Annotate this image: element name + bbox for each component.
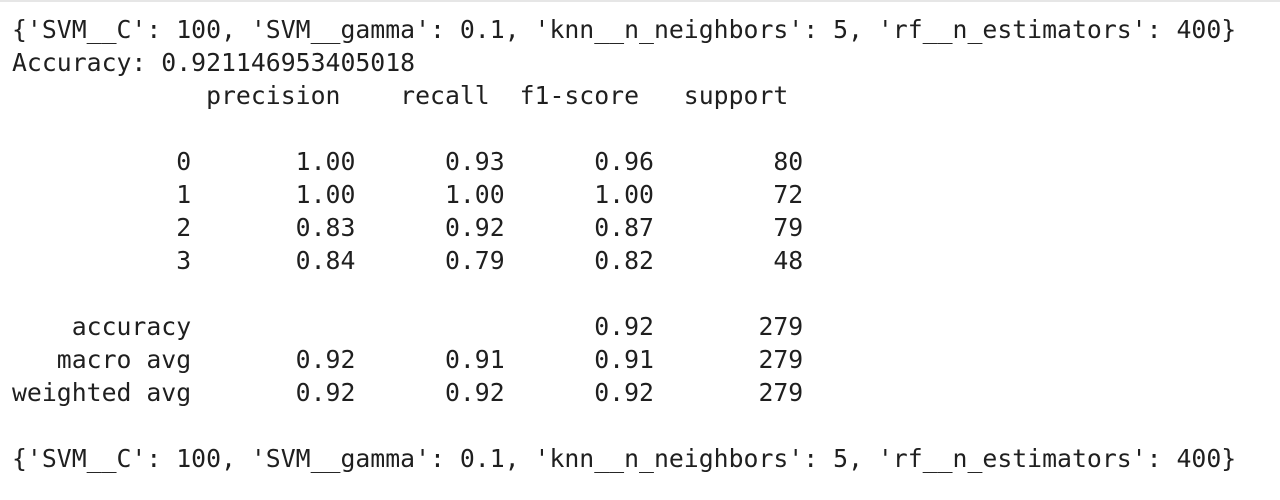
report-row-macro-avg: macro avg 0.92 0.91 0.91 279 xyxy=(12,345,804,374)
best-params-line: {'SVM__C': 100, 'SVM__gamma': 0.1, 'knn_… xyxy=(12,15,1237,44)
report-header: precision recall f1-score support xyxy=(12,81,789,110)
report-blank-line xyxy=(12,409,1280,442)
report-row-class-3: 3 0.84 0.79 0.82 48 xyxy=(12,246,804,275)
report-row-class-1: 1 1.00 1.00 1.00 72 xyxy=(12,180,804,209)
classification-report: precision recall f1-score support 0 1.00… xyxy=(12,79,1280,442)
report-row-accuracy: accuracy 0.92 279 xyxy=(12,312,804,341)
report-blank-line xyxy=(12,277,1280,310)
report-row-class-2: 2 0.83 0.92 0.87 79 xyxy=(12,213,804,242)
accuracy-line: Accuracy: 0.921146953405018 xyxy=(12,48,416,77)
cell-top-border xyxy=(0,0,1280,2)
best-params-line-repeat: {'SVM__C': 100, 'SVM__gamma': 0.1, 'knn_… xyxy=(12,444,1237,473)
report-row-weighted-avg: weighted avg 0.92 0.92 0.92 279 xyxy=(12,378,804,407)
report-blank-line xyxy=(12,112,1280,145)
report-row-class-0: 0 1.00 0.93 0.96 80 xyxy=(12,147,804,176)
notebook-output-area: {'SVM__C': 100, 'SVM__gamma': 0.1, 'knn_… xyxy=(12,13,1280,475)
